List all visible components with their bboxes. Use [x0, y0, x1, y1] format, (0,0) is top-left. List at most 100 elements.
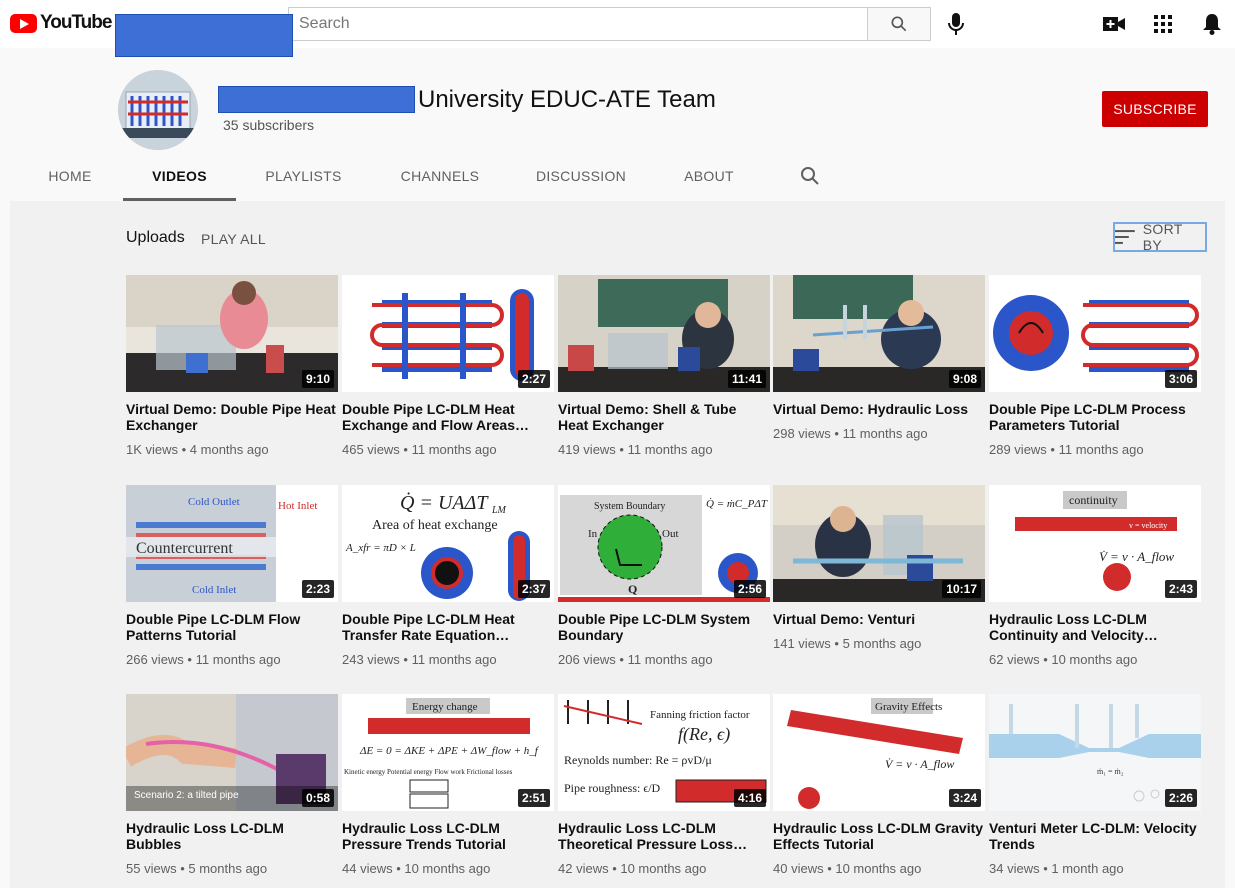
video-duration: 2:51: [517, 789, 550, 807]
search-icon: [801, 167, 819, 185]
thumb-text-venturi-eq: ṁ₁ = ṁ₂: [1097, 767, 1124, 776]
channel-avatar[interactable]: [118, 70, 198, 150]
video-duration: 10:17: [942, 580, 981, 598]
video-title[interactable]: Virtual Demo: Shell & Tube Heat Exchange…: [558, 401, 770, 433]
video-duration: 2:26: [1164, 789, 1197, 807]
voice-search-button[interactable]: [944, 10, 968, 38]
tab-about[interactable]: ABOUT: [672, 150, 746, 201]
video-camera-plus-icon: [1103, 17, 1125, 31]
video-duration: 2:27: [517, 370, 550, 388]
video-meta: 141 views • 5 months ago: [773, 636, 922, 651]
thumb-text-cold-outlet: Cold Outlet: [188, 496, 240, 508]
video-title[interactable]: Double Pipe LC-DLM Heat Exchange and Flo…: [342, 401, 554, 433]
redaction-box: [115, 14, 293, 57]
thumb-text-heat-eq: Q̇ = UAΔT: [400, 491, 489, 514]
thumb-text-gravity: Gravity Effects: [875, 701, 942, 713]
video-title[interactable]: Virtual Demo: Venturi: [773, 611, 985, 627]
thumb-text-hot-inlet: Hot Inlet: [278, 500, 317, 512]
video-thumbnail[interactable]: 11:41: [558, 275, 770, 392]
video-meta: 42 views • 10 months ago: [558, 861, 707, 876]
thumb-text-q: Q: [628, 582, 637, 596]
video-thumbnail[interactable]: 9:08: [773, 275, 985, 392]
thumb-text-mcp: Q̇ = ṁC_PΔT: [706, 498, 768, 510]
thumb-text-roughness: Pipe roughness: ϵ/D: [564, 781, 661, 795]
video-thumbnail[interactable]: Q̇ = UAΔT LM Area of heat exchange A_xfr…: [342, 485, 554, 602]
thumb-text-cold-inlet: Cold Inlet: [192, 584, 236, 596]
thumb-text-gravity-eq: V̇ = v · A_flow: [885, 757, 954, 771]
thumb-text-scenario: Scenario 2: a tilted pipe: [134, 790, 239, 801]
video-title[interactable]: Double Pipe LC-DLM Process Parameters Tu…: [989, 401, 1201, 433]
thumb-text-out: Out: [662, 528, 679, 540]
video-meta: 44 views • 10 months ago: [342, 861, 491, 876]
channel-search-button[interactable]: [798, 164, 822, 188]
channel-tabs: HOME VIDEOS PLAYLISTS CHANNELS DISCUSSIO…: [0, 150, 1235, 201]
video-title[interactable]: Double Pipe LC-DLM Flow Patterns Tutoria…: [126, 611, 338, 643]
video-title[interactable]: Double Pipe LC-DLM Heat Transfer Rate Eq…: [342, 611, 554, 643]
sort-by-button[interactable]: SORT BY: [1113, 221, 1207, 253]
video-duration: 2:56: [733, 580, 766, 598]
tab-channels[interactable]: CHANNELS: [386, 150, 494, 201]
video-title[interactable]: Virtual Demo: Hydraulic Loss: [773, 401, 985, 417]
video-meta: 266 views • 11 months ago: [126, 652, 281, 667]
video-duration: 4:16: [733, 789, 766, 807]
thumb-text-continuity: continuity: [1069, 493, 1118, 507]
search-input[interactable]: Search: [288, 7, 868, 41]
youtube-logo[interactable]: YouTube: [10, 12, 112, 34]
search-button[interactable]: [867, 7, 931, 41]
thumb-text-velocity: v = velocity: [1129, 521, 1167, 530]
create-video-button[interactable]: [1102, 12, 1126, 36]
thumb-text-countercurrent: Countercurrent: [136, 540, 233, 557]
search-icon: [891, 16, 907, 32]
video-thumbnail[interactable]: 9:10: [126, 275, 338, 392]
section-title: Uploads: [126, 229, 185, 246]
video-title[interactable]: Virtual Demo: Double Pipe Heat Exchanger: [126, 401, 338, 433]
video-thumbnail[interactable]: 2:27: [342, 275, 554, 392]
subscriber-count: 35 subscribers: [223, 117, 315, 133]
thumb-text-in: In: [588, 528, 598, 540]
video-title[interactable]: Hydraulic Loss LC-DLM Continuity and Vel…: [989, 611, 1201, 643]
bell-icon: [1203, 14, 1221, 35]
video-duration: 3:24: [948, 789, 981, 807]
youtube-play-icon: [10, 13, 37, 33]
tab-playlists[interactable]: PLAYLISTS: [252, 150, 355, 201]
video-title[interactable]: Hydraulic Loss LC-DLM Bubbles: [126, 820, 338, 852]
tab-discussion[interactable]: DISCUSSION: [527, 150, 635, 201]
video-thumbnail[interactable]: Gravity Effects V̇ = v · A_flow 3:24: [773, 694, 985, 811]
thumb-text-area-eq: A_xfr = πD × L: [345, 542, 416, 554]
tab-home[interactable]: HOME: [32, 150, 108, 201]
video-thumbnail[interactable]: Countercurrent Cold Outlet Hot Inlet Col…: [126, 485, 338, 602]
thumb-text-reynolds: Reynolds number: Re = ρvD/μ: [564, 753, 712, 767]
video-thumbnail[interactable]: 3:06: [989, 275, 1201, 392]
video-meta: 55 views • 5 months ago: [126, 861, 268, 876]
thumb-text-system-boundary: System Boundary: [594, 501, 665, 512]
video-thumbnail[interactable]: Energy change ΔE = 0 = ΔKE + ΔPE + ΔW_fl…: [342, 694, 554, 811]
sort-by-label: SORT BY: [1142, 221, 1183, 253]
tab-videos[interactable]: VIDEOS: [123, 150, 236, 201]
video-meta: 419 views • 11 months ago: [558, 442, 713, 457]
notifications-button[interactable]: [1200, 12, 1224, 36]
logo-text: YouTube: [40, 12, 112, 33]
subscribe-button[interactable]: SUBSCRIBE: [1102, 91, 1208, 127]
video-thumbnail[interactable]: 10:17: [773, 485, 985, 602]
video-thumbnail[interactable]: Fanning friction factor f(Re, ϵ) Reynold…: [558, 694, 770, 811]
video-title[interactable]: Hydraulic Loss LC-DLM Theoretical Pressu…: [558, 820, 770, 852]
video-meta: 62 views • 10 months ago: [989, 652, 1138, 667]
microphone-icon: [948, 13, 964, 35]
video-title[interactable]: Hydraulic Loss LC-DLM Pressure Trends Tu…: [342, 820, 554, 852]
play-all-button[interactable]: PLAY ALL: [201, 231, 266, 247]
thumb-text-flow-eq: V̇ = v · A_flow: [1099, 549, 1174, 564]
video-title[interactable]: Venturi Meter LC-DLM: Velocity Trends: [989, 820, 1201, 852]
thumb-text-fanning: Fanning friction factor: [650, 709, 750, 721]
video-title[interactable]: Hydraulic Loss LC-DLM Gravity Effects Tu…: [773, 820, 985, 852]
channel-name: University EDUC-ATE Team: [418, 86, 716, 113]
thumb-text-energy-eq: ΔE = 0 = ΔKE + ΔPE + ΔW_flow + h_f: [359, 745, 540, 757]
video-thumbnail[interactable]: ṁ₁ = ṁ₂ 2:26: [989, 694, 1201, 811]
video-thumbnail[interactable]: continuity v = velocity V̇ = v · A_flow …: [989, 485, 1201, 602]
video-thumbnail[interactable]: Scenario 2: a tilted pipe 0:58: [126, 694, 338, 811]
video-duration: 2:43: [1164, 580, 1197, 598]
video-title[interactable]: Double Pipe LC-DLM System Boundary: [558, 611, 770, 643]
video-meta: 206 views • 11 months ago: [558, 652, 713, 667]
apps-button[interactable]: [1151, 12, 1175, 36]
channel-avatar-image: [118, 70, 198, 150]
video-thumbnail[interactable]: System Boundary In Out Q Q̇ = ṁC_PΔT 2:5…: [558, 485, 770, 602]
